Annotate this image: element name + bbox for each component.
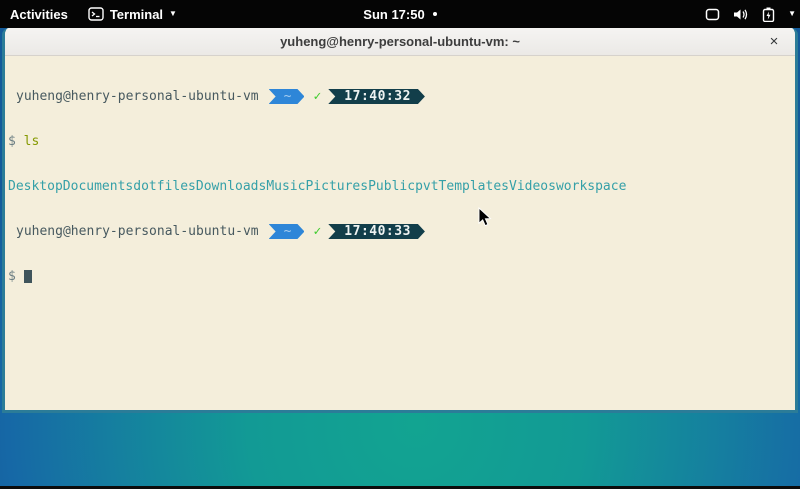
prompt-line-2: yuheng@henry-personal-ubuntu-vm ~ ✓ 17:40:3… xyxy=(8,224,795,239)
terminal-content[interactable]: yuheng@henry-personal-ubuntu-vm ~ ✓ 17:40:3… xyxy=(5,56,795,412)
prompt-symbol: $ xyxy=(8,134,16,149)
terminal-window: yuheng@henry-personal-ubuntu-vm: ~ × yuh… xyxy=(2,28,798,413)
check-icon: ✓ xyxy=(313,224,321,239)
prompt-path-segment: ~ xyxy=(269,224,305,239)
top-bar: Activities Terminal ▼ Sun 17:50 xyxy=(0,0,800,28)
directory-entry: Pictures xyxy=(305,179,368,194)
window-title: yuheng@henry-personal-ubuntu-vm: ~ xyxy=(280,34,520,49)
prompt-time-segment: 17:40:33 xyxy=(328,224,425,239)
prompt-line-1: yuheng@henry-personal-ubuntu-vm ~ ✓ 17:40:3… xyxy=(8,89,795,104)
desktop: Activities Terminal ▼ Sun 17:50 xyxy=(0,0,800,489)
battery-charging-icon xyxy=(762,7,775,22)
directory-entry: Desktop xyxy=(8,179,63,194)
terminal-app-icon xyxy=(88,7,104,21)
directory-entry: dotfiles xyxy=(133,179,196,194)
close-button[interactable]: × xyxy=(763,31,785,53)
check-icon: ✓ xyxy=(313,89,321,104)
volume-icon xyxy=(733,8,749,21)
prompt-user: yuheng@henry-personal-ubuntu-vm xyxy=(8,224,259,239)
topbar-left: Activities Terminal ▼ xyxy=(0,0,187,28)
mouse-cursor-icon xyxy=(478,207,492,228)
window-titlebar[interactable]: yuheng@henry-personal-ubuntu-vm: ~ × xyxy=(5,28,795,56)
system-menu-button[interactable]: ▼ xyxy=(695,0,800,28)
prompt-time-segment: 17:40:32 xyxy=(328,89,425,104)
app-menu-label: Terminal xyxy=(110,7,163,22)
chevron-down-icon: ▼ xyxy=(169,10,177,18)
app-menu-button[interactable]: Terminal ▼ xyxy=(78,0,187,28)
directory-entry: pvt xyxy=(415,179,438,194)
ls-output: Desktop Documents dotfiles Downloads Mus… xyxy=(8,179,795,194)
screen-icon xyxy=(705,8,720,21)
input-line[interactable]: $ xyxy=(8,269,795,284)
directory-entry: Music xyxy=(266,179,305,194)
clock-label: Sun 17:50 xyxy=(363,7,424,22)
chevron-down-icon: ▼ xyxy=(788,10,796,18)
directory-entry: Documents xyxy=(63,179,133,194)
prompt-path-segment: ~ xyxy=(269,89,305,104)
directory-entry: Downloads xyxy=(196,179,266,194)
prompt-path: ~ xyxy=(284,89,292,104)
clock-button[interactable]: Sun 17:50 xyxy=(353,0,446,28)
command-text: ls xyxy=(24,134,40,149)
prompt-symbol: $ xyxy=(8,269,16,284)
directory-entry: Public xyxy=(368,179,415,194)
activities-button[interactable]: Activities xyxy=(0,0,78,28)
notification-dot-icon xyxy=(433,12,437,16)
prompt-user: yuheng@henry-personal-ubuntu-vm xyxy=(8,89,259,104)
topbar-right: ▼ xyxy=(695,0,800,28)
directory-entry: workspace xyxy=(556,179,626,194)
command-line: $ ls xyxy=(8,134,795,149)
prompt-path: ~ xyxy=(284,224,292,239)
directory-entry: Templates xyxy=(439,179,509,194)
directory-entry: Videos xyxy=(509,179,556,194)
terminal-cursor xyxy=(24,270,32,283)
